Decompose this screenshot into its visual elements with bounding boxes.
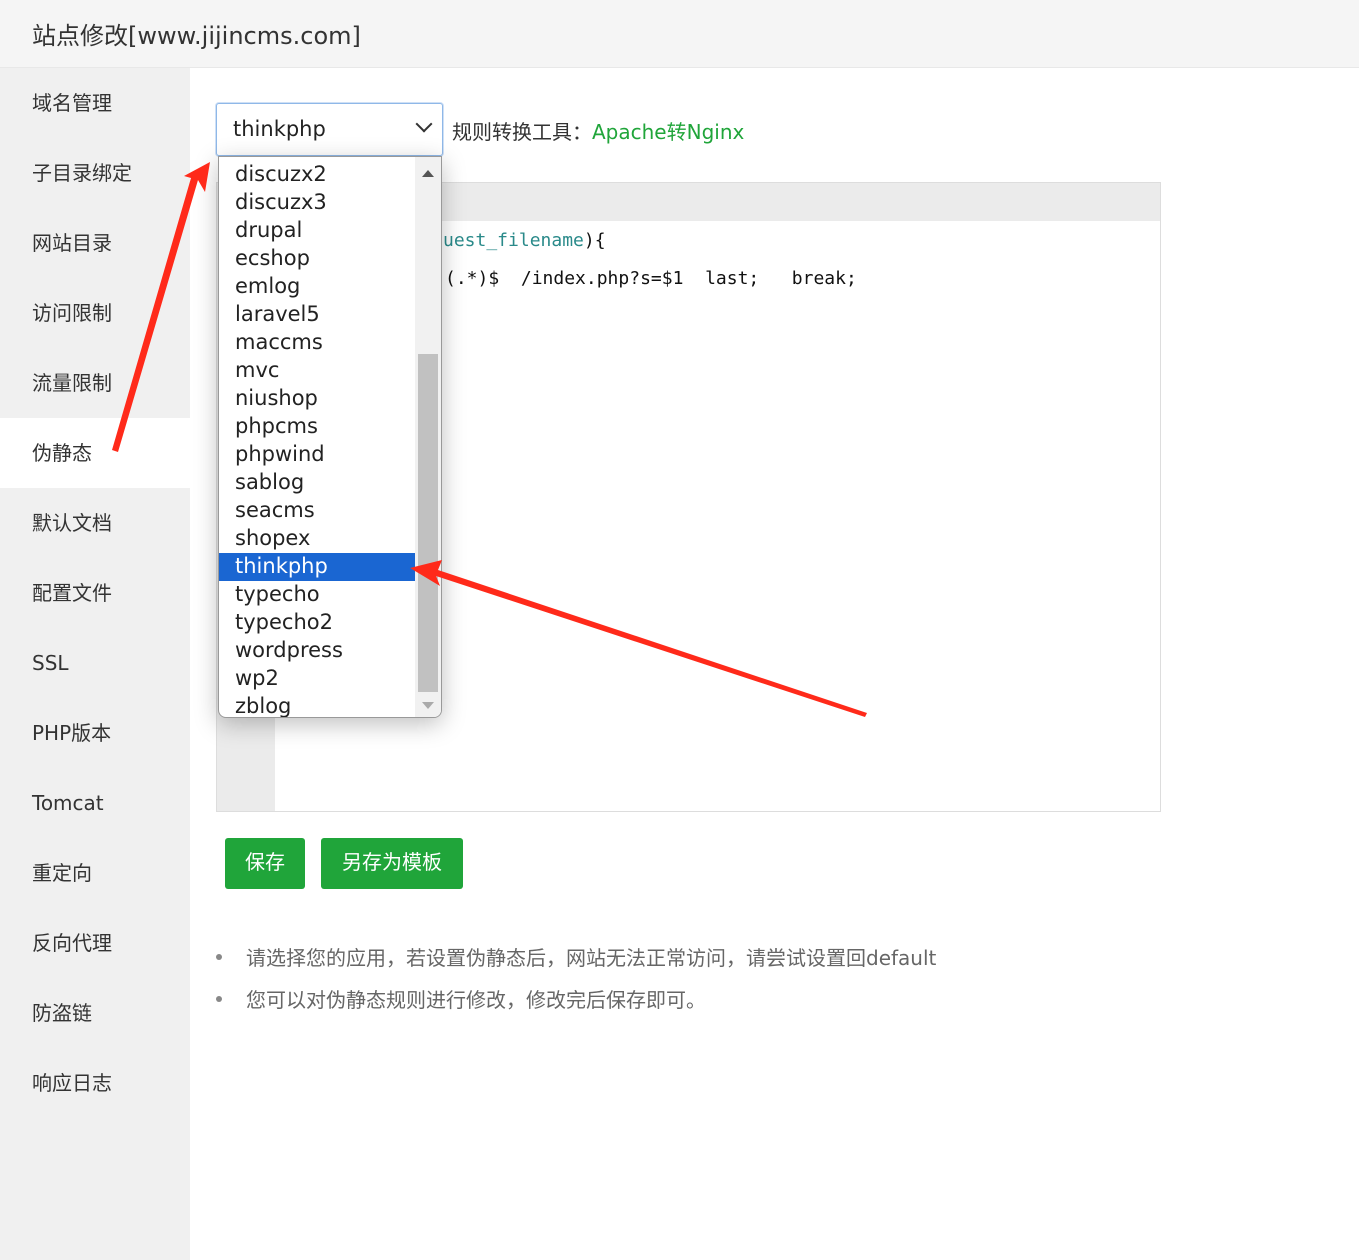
sidebar-item-hotlink-protection[interactable]: 防盗链 (0, 978, 190, 1048)
option-phpcms[interactable]: phpcms (219, 413, 415, 441)
option-mvc[interactable]: mvc (219, 357, 415, 385)
title-bar: 站点修改[www.jijincms.com] (0, 0, 1359, 68)
converter-tool: 规则转换工具：Apache转Nginx (452, 116, 744, 145)
code-line-1-rest: ){ (583, 230, 606, 251)
option-zblog[interactable]: zblog (219, 693, 415, 717)
converter-label: 规则转换工具： (452, 120, 592, 144)
option-sablog[interactable]: sablog (219, 469, 415, 497)
scroll-up-arrow-icon[interactable] (422, 170, 434, 177)
sidebar-item-domain[interactable]: 域名管理 (0, 68, 190, 138)
sidebar-item-php-version[interactable]: PHP版本 (0, 698, 190, 768)
scroll-down-arrow-icon[interactable] (422, 702, 434, 709)
option-wordpress[interactable]: wordpress (219, 637, 415, 665)
scrollbar-thumb[interactable] (418, 354, 438, 692)
option-drupal[interactable]: drupal (219, 217, 415, 245)
save-as-template-button[interactable]: 另存为模板 (321, 838, 463, 889)
sidebar-item-response-log[interactable]: 响应日志 (0, 1048, 190, 1118)
option-emlog[interactable]: emlog (219, 273, 415, 301)
sidebar-item-subdir-binding[interactable]: 子目录绑定 (0, 138, 190, 208)
chevron-down-icon (415, 115, 433, 133)
sidebar-item-ssl[interactable]: SSL (0, 628, 190, 698)
sidebar-item-redirect[interactable]: 重定向 (0, 838, 190, 908)
option-seacms[interactable]: seacms (219, 497, 415, 525)
code-line-2: (.*)$ /index.php?s=$1 last; break; (445, 268, 857, 289)
tip-item: 请选择您的应用，若设置伪静态后，网站无法正常访问，请尝试设置回default (214, 942, 1114, 971)
sidebar-item-reverse-proxy[interactable]: 反向代理 (0, 908, 190, 978)
rewrite-options-list[interactable]: discuzx2 discuzx3 drupal ecshop emlog la… (218, 156, 442, 718)
sidebar-item-tomcat[interactable]: Tomcat (0, 768, 190, 838)
sidebar-item-rewrite[interactable]: 伪静态 (0, 418, 190, 488)
option-wp2[interactable]: wp2 (219, 665, 415, 693)
window-title: 站点修改[www.jijincms.com] (32, 22, 361, 50)
option-shopex[interactable]: shopex (219, 525, 415, 553)
sidebar-item-default-document[interactable]: 默认文档 (0, 488, 190, 558)
option-phpwind[interactable]: phpwind (219, 441, 415, 469)
sidebar-item-site-directory[interactable]: 网站目录 (0, 208, 190, 278)
rewrite-template-select[interactable]: thinkphp (216, 103, 443, 156)
option-niushop[interactable]: niushop (219, 385, 415, 413)
option-laravel5[interactable]: laravel5 (219, 301, 415, 329)
code-line-1-variable: uest_filename (443, 230, 584, 251)
option-typecho[interactable]: typecho (219, 581, 415, 609)
option-discuzx3[interactable]: discuzx3 (219, 189, 415, 217)
apache-to-nginx-link[interactable]: Apache转Nginx (592, 120, 744, 144)
tip-item: 您可以对伪静态规则进行修改，修改完后保存即可。 (214, 984, 1114, 1013)
select-value: thinkphp (233, 117, 326, 141)
option-typecho2[interactable]: typecho2 (219, 609, 415, 637)
option-discuzx2[interactable]: discuzx2 (219, 161, 415, 189)
option-thinkphp[interactable]: thinkphp (219, 553, 415, 581)
dropdown-scrollbar[interactable] (415, 157, 441, 717)
sidebar-item-config-file[interactable]: 配置文件 (0, 558, 190, 628)
save-button[interactable]: 保存 (225, 838, 305, 889)
sidebar-item-traffic-limit[interactable]: 流量限制 (0, 348, 190, 418)
sidebar-item-access-limit[interactable]: 访问限制 (0, 278, 190, 348)
code-line-1: uest_filename){ (443, 230, 606, 251)
sidebar: 域名管理 子目录绑定 网站目录 访问限制 流量限制 伪静态 默认文档 配置文件 … (0, 68, 190, 1260)
option-ecshop[interactable]: ecshop (219, 245, 415, 273)
option-maccms[interactable]: maccms (219, 329, 415, 357)
